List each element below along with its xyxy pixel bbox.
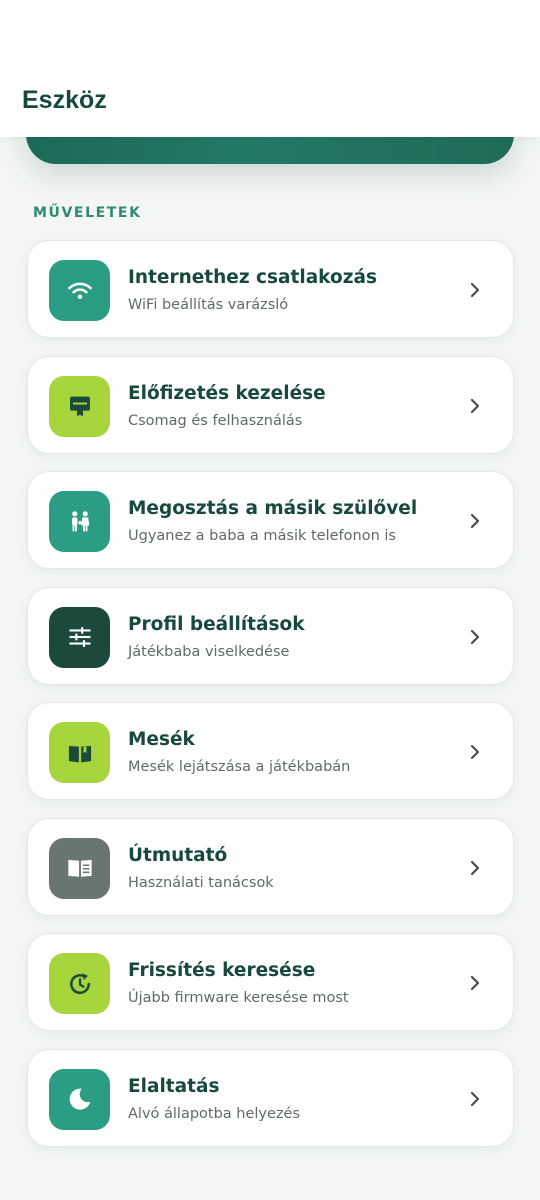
icon-tile (49, 260, 110, 321)
item-title: Internethez csatlakozás (128, 267, 377, 288)
chevron-right-icon (465, 741, 485, 763)
icon-tile (49, 606, 110, 668)
page-title: Eszköz (22, 86, 107, 114)
section-label-actions: MŰVELETEK (33, 205, 142, 221)
guide-icon (67, 859, 92, 877)
item-subtitle: Alvó állapotba helyezés (128, 1105, 301, 1122)
item-subtitle: Ugyanez a baba a másik telefonon is (128, 528, 396, 544)
action-guide[interactable]: Útmutató Használati tanácsok (27, 817, 514, 916)
icon-tile (49, 491, 110, 552)
item-title: Megosztás a másik szülővel (128, 498, 418, 519)
chevron-right-icon (465, 972, 485, 994)
action-profile-settings[interactable]: Profil beállítások Játékbaba viselkedése (27, 586, 514, 685)
item-title: Elaltatás (128, 1075, 220, 1097)
item-subtitle: Használati tanácsok (128, 874, 274, 891)
action-internet-connect[interactable]: Internethez csatlakozás WiFi beállítás v… (27, 240, 514, 338)
chevron-right-icon (465, 857, 485, 879)
update-icon (69, 972, 90, 994)
action-stories[interactable]: Mesék Mesék lejátszása a játékbabán (27, 702, 514, 800)
chevron-right-icon (465, 626, 485, 648)
item-title: Előfizetés kezelése (128, 382, 326, 404)
wifi-icon (67, 282, 92, 299)
top-app-bar: Eszköz (0, 0, 540, 137)
item-subtitle: Játékbaba viselkedése (128, 643, 290, 660)
item-subtitle: Újabb firmware keresése most (128, 990, 349, 1006)
device-screen: Eszköz MŰVELETEK Internethez csatlakozás… (0, 0, 540, 1200)
icon-tile (49, 1068, 110, 1130)
item-title: Frissítés keresése (128, 960, 316, 981)
icon-tile (49, 375, 110, 437)
action-check-update[interactable]: Frissítés keresése Újabb firmware keresé… (27, 933, 514, 1031)
family-icon (71, 510, 89, 531)
moon-icon (69, 1088, 90, 1110)
subscription-icon (69, 396, 90, 417)
book-icon (68, 745, 91, 762)
action-subscription[interactable]: Előfizetés kezelése Csomag és felhasznál… (27, 355, 514, 454)
item-subtitle: WiFi beállítás varázsló (128, 297, 289, 313)
actions-list: Internethez csatlakozás WiFi beállítás v… (27, 240, 514, 1164)
item-subtitle: Mesék lejátszása a játékbabán (128, 759, 351, 775)
chevron-right-icon (465, 1088, 485, 1110)
action-sleep[interactable]: Elaltatás Alvó állapotba helyezés (27, 1048, 514, 1147)
chevron-right-icon (465, 395, 485, 417)
chevron-right-icon (465, 279, 485, 301)
item-title: Útmutató (128, 844, 228, 866)
item-title: Profil beállítások (128, 613, 305, 635)
item-title: Mesék (128, 729, 195, 750)
icon-tile (49, 722, 110, 783)
icon-tile (49, 837, 110, 899)
action-share-parent[interactable]: Megosztás a másik szülővel Ugyanez a bab… (27, 471, 514, 569)
tune-icon (69, 627, 90, 647)
item-subtitle: Csomag és felhasználás (128, 412, 303, 429)
chevron-right-icon (465, 510, 485, 532)
icon-tile (49, 953, 110, 1014)
